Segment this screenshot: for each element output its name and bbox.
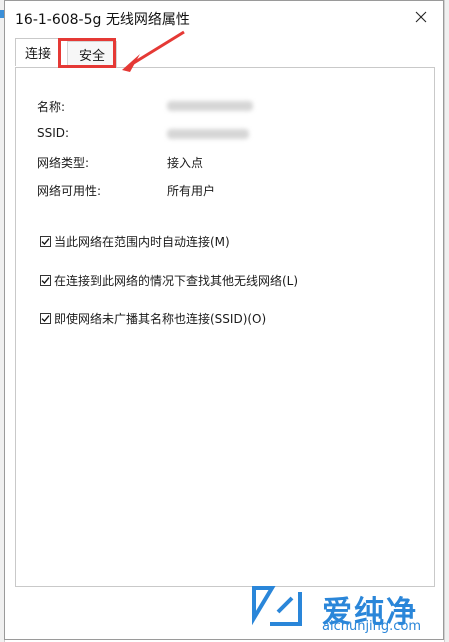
- checkbox-box[interactable]: [40, 236, 51, 247]
- pointer-arrow-icon: [122, 30, 185, 72]
- close-button[interactable]: [399, 1, 443, 33]
- auto-connect-label: 当此网络在范围内时自动连接(M): [54, 235, 230, 249]
- window-title: 16-1-608-5g 无线网络属性: [15, 12, 190, 28]
- close-icon: [415, 11, 427, 23]
- name-value-redacted: [167, 98, 253, 112]
- checkmark-icon: [41, 315, 50, 322]
- watermark-url: aichunjing.com: [322, 619, 422, 634]
- name-label: 名称:: [37, 100, 66, 114]
- network-type-label: 网络类型:: [37, 156, 90, 170]
- watermark-logo-icon: [252, 586, 302, 626]
- auto-connect-checkbox[interactable]: 当此网络在范围内时自动连接(M): [40, 233, 230, 250]
- network-availability-label: 网络可用性:: [37, 184, 102, 198]
- network-type-value: 接入点: [167, 156, 204, 170]
- connect-hidden-ssid-label: 即使网络未广播其名称也连接(SSID)(O): [54, 312, 267, 326]
- checkbox-box[interactable]: [40, 313, 51, 324]
- ssid-value-redacted: [167, 126, 249, 140]
- title-bar[interactable]: 16-1-608-5g 无线网络属性: [5, 1, 443, 35]
- checkmark-icon: [41, 277, 50, 284]
- security-tab-highlight-box: [58, 38, 116, 68]
- network-availability-value: 所有用户: [167, 184, 216, 198]
- background-window-edge-right: [444, 0, 449, 642]
- connection-tab-panel: 名称: SSID: 网络类型: 接入点 网络可用性: 所有用户 当此网络在范围内…: [15, 67, 435, 587]
- checkmark-icon: [41, 238, 50, 245]
- tab-connection[interactable]: 连接: [15, 38, 61, 66]
- checkbox-box[interactable]: [40, 275, 51, 286]
- wireless-properties-dialog: 16-1-608-5g 无线网络属性 连接 安全 名称: SSID: 网络类型:…: [4, 0, 444, 640]
- look-for-other-networks-label: 在连接到此网络的情况下查找其他无线网络(L): [54, 274, 299, 288]
- connect-hidden-ssid-checkbox[interactable]: 即使网络未广播其名称也连接(SSID)(O): [40, 310, 266, 327]
- ssid-label: SSID:: [37, 126, 70, 140]
- look-for-other-networks-checkbox[interactable]: 在连接到此网络的情况下查找其他无线网络(L): [40, 272, 298, 289]
